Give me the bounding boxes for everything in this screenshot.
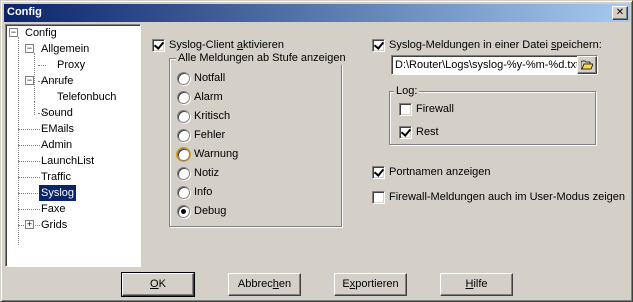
tree-item-label: EMails [41, 123, 75, 135]
open-folder-icon [581, 60, 593, 70]
level-label-fehler[interactable]: Fehler [194, 129, 225, 142]
level-label-kritisch[interactable]: Kritisch [194, 110, 230, 123]
help-button[interactable]: Hilfe [440, 273, 513, 296]
level-radio-info[interactable] [177, 186, 190, 199]
tree-item-label: Admin [41, 139, 73, 151]
tree-item-label: Allgemein [41, 43, 90, 55]
level-label-alarm[interactable]: Alarm [194, 91, 223, 104]
port-names-label[interactable]: Portnamen anzeigen [389, 166, 491, 179]
tree-item-admin[interactable]: Admin [6, 137, 136, 153]
browse-folder-button[interactable] [577, 56, 597, 74]
tree-item-grids[interactable]: + Grids [6, 217, 136, 233]
rest-label[interactable]: Rest [416, 126, 439, 139]
tree-item-label: Sound [41, 107, 73, 119]
tree-item-label: Traffic [41, 171, 71, 183]
file-logging-label[interactable]: Syslog-Meldungen in einer Datei speicher… [389, 39, 602, 52]
level-label-warnung[interactable]: Warnung [194, 148, 238, 161]
tree-item-faxe[interactable]: Faxe [6, 201, 136, 217]
ok-button[interactable]: OK [121, 272, 195, 297]
expand-icon[interactable]: + [25, 220, 34, 229]
tree-item-traffic[interactable]: Traffic [6, 169, 136, 185]
tree-item-proxy[interactable]: Proxy [6, 57, 136, 73]
level-radio-kritisch[interactable] [177, 110, 190, 123]
level-label-notiz[interactable]: Notiz [194, 167, 219, 180]
level-radio-warnung[interactable] [177, 148, 190, 161]
collapse-icon[interactable]: − [25, 44, 34, 53]
syslog-client-checkbox[interactable] [152, 39, 165, 52]
level-radio-alarm[interactable] [177, 91, 190, 104]
tree-item-label: Grids [41, 219, 68, 231]
title-bar: Config ✕ [4, 4, 630, 22]
collapse-icon[interactable]: − [9, 28, 18, 37]
tree-item-label: Faxe [41, 203, 66, 215]
level-radio-fehler[interactable] [177, 129, 190, 142]
close-button[interactable]: ✕ [612, 6, 628, 20]
tree-item-allgemein[interactable]: − Allgemein [6, 41, 136, 57]
firewall-user-mode-checkbox[interactable] [372, 191, 385, 204]
level-radio-notiz[interactable] [177, 167, 190, 180]
port-names-checkbox[interactable] [372, 166, 385, 179]
cancel-button[interactable]: Abbrechen [228, 273, 301, 296]
level-radio-debug[interactable] [177, 205, 190, 218]
firewall-label[interactable]: Firewall [416, 103, 454, 116]
tree-item-label: Anrufe [41, 75, 74, 87]
level-label-debug[interactable]: Debug [194, 205, 226, 218]
config-window: Config ✕ − Config − Allgemein Proxy − An… [0, 0, 633, 302]
collapse-icon[interactable]: − [25, 76, 34, 85]
tree-item-label: Telefonbuch [57, 91, 117, 103]
tree-item-label: Config [25, 27, 57, 39]
tree-item-config[interactable]: − Config [6, 25, 136, 41]
export-button[interactable]: Exportieren [334, 273, 407, 296]
firewall-user-mode-label[interactable]: Firewall-Meldungen auch im User-Modus ze… [389, 191, 625, 204]
tree-item-label: LaunchList [41, 155, 95, 167]
tree-item-label: Syslog [39, 185, 77, 201]
firewall-checkbox[interactable] [399, 103, 412, 116]
tree-item-launchlist[interactable]: LaunchList [6, 153, 136, 169]
log-file-path-input[interactable]: D:\Router\Logs\syslog-%y-%m-%d.txt [391, 55, 598, 75]
tree-item-syslog[interactable]: Syslog [6, 185, 136, 201]
config-tree[interactable]: − Config − Allgemein Proxy − Anrufe Tele… [5, 24, 141, 267]
level-label-info[interactable]: Info [194, 186, 212, 199]
tree-item-sound[interactable]: Sound [6, 105, 136, 121]
level-radio-notfall[interactable] [177, 72, 190, 85]
tree-item-emails[interactable]: EMails [6, 121, 136, 137]
close-icon: ✕ [615, 7, 625, 18]
tree-item-anrufe[interactable]: − Anrufe [6, 73, 136, 89]
file-logging-checkbox[interactable] [372, 39, 385, 52]
log-group-title: Log: [394, 85, 420, 98]
syslog-client-label[interactable]: Syslog-Client aktivieren [169, 39, 284, 52]
window-title: Config [7, 6, 42, 18]
tree-item-telefonbuch[interactable]: Telefonbuch [6, 89, 136, 105]
tree-item-label: Proxy [57, 59, 86, 71]
level-label-notfall[interactable]: Notfall [194, 72, 225, 85]
rest-checkbox[interactable] [399, 126, 412, 139]
levels-group-title: Alle Meldungen ab Stufe anzeigen [176, 52, 348, 65]
